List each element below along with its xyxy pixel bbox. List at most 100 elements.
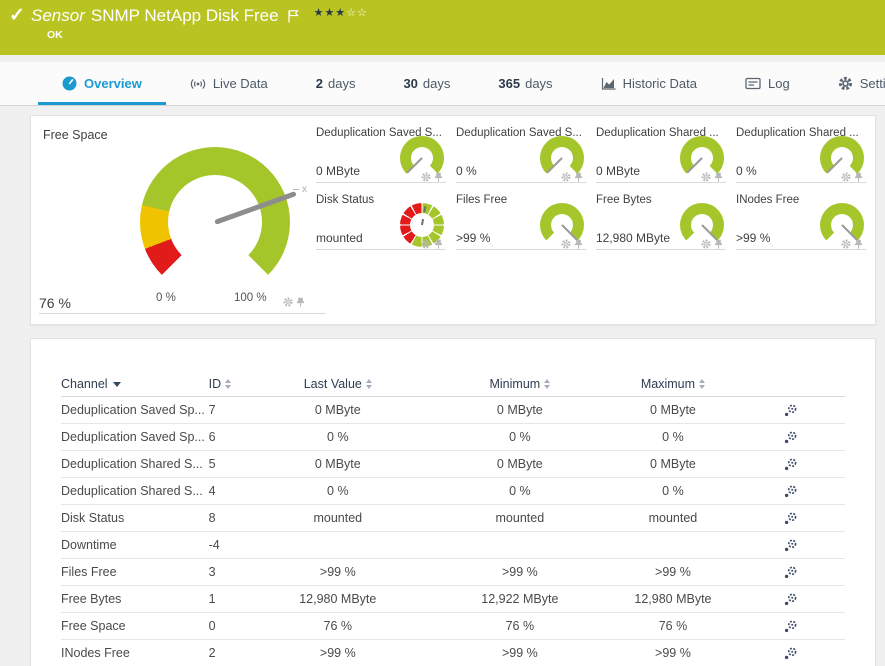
channel-minimum: 0 %	[509, 430, 531, 444]
tab-log[interactable]: Log	[721, 62, 814, 105]
channel-last-value: 76 %	[324, 619, 353, 633]
tab-settings[interactable]: Settings	[814, 62, 885, 105]
free-space-needle	[214, 191, 297, 225]
channel-maximum: mounted	[649, 511, 698, 525]
channel-id: 0	[209, 619, 216, 633]
table-row: Files Free 3 >99 % >99 % >99 %	[61, 559, 845, 586]
tab-30-days[interactable]: 30 days	[379, 62, 474, 105]
sort-both-icon	[366, 379, 372, 389]
gauge-pin-icon[interactable]	[574, 172, 583, 182]
channel-maximum: >99 %	[655, 646, 691, 660]
gauge-cell: Deduplication Shared ... 0 MByte	[596, 124, 736, 191]
channel-edit-gear-icon[interactable]	[783, 565, 798, 580]
channel-id: 4	[209, 484, 216, 498]
gauge-settings-gear-icon[interactable]	[421, 239, 431, 249]
gauge-settings-gear-icon[interactable]	[283, 297, 293, 307]
tab-number: 2	[316, 76, 323, 91]
channel-name: Free Bytes	[61, 592, 121, 606]
tab-historic-data[interactable]: Historic Data	[577, 62, 721, 105]
gauge-pin-icon[interactable]	[296, 297, 305, 307]
channel-minimum: 0 MByte	[497, 403, 543, 417]
flag-icon[interactable]	[287, 9, 300, 24]
tab-number: 30	[403, 76, 417, 91]
gauge-settings-gear-icon[interactable]	[841, 239, 851, 249]
gauge-title: INodes Free	[736, 191, 873, 206]
channel-maximum: 0 MByte	[650, 403, 696, 417]
table-row: Downtime -4	[61, 532, 845, 559]
gauge-title: Deduplication Saved S...	[316, 124, 453, 139]
channel-last-value: >99 %	[320, 646, 356, 660]
column-header-maximum[interactable]: Maximum	[610, 377, 737, 391]
channel-name: Deduplication Saved Sp...	[61, 430, 205, 444]
gear-icon	[838, 76, 853, 91]
channel-edit-gear-icon[interactable]	[783, 646, 798, 661]
gauge-settings-gear-icon[interactable]	[561, 172, 571, 182]
channel-edit-gear-icon[interactable]	[783, 592, 798, 607]
channel-maximum: 0 %	[662, 484, 684, 498]
priority-stars[interactable]: ★★★☆☆	[314, 6, 368, 19]
column-header-last-value[interactable]: Last Value	[246, 377, 431, 391]
channel-name: Files Free	[61, 565, 117, 579]
tab-live-data[interactable]: Live Data	[166, 62, 292, 105]
gauge-pin-icon[interactable]	[854, 172, 863, 182]
channel-last-value: >99 %	[320, 565, 356, 579]
channel-id: 3	[209, 565, 216, 579]
live-data-icon	[190, 77, 206, 91]
column-header-id[interactable]: ID	[209, 377, 246, 391]
gauge-value: >99 %	[456, 231, 490, 245]
chart-icon	[601, 77, 616, 91]
channel-edit-gear-icon[interactable]	[783, 484, 798, 499]
gauge-pin-icon[interactable]	[434, 172, 443, 182]
main-gauge-value: 76 %	[39, 295, 71, 311]
tab-label: Live Data	[213, 76, 268, 91]
channel-name: Deduplication Shared S...	[61, 484, 203, 498]
channel-maximum: 76 %	[659, 619, 688, 633]
tab-label: Historic Data	[623, 76, 697, 91]
gauge-settings-gear-icon[interactable]	[701, 239, 711, 249]
gauge-settings-gear-icon[interactable]	[701, 172, 711, 182]
tab-overview[interactable]: Overview	[38, 62, 166, 105]
column-header-minimum[interactable]: Minimum	[430, 377, 610, 391]
gauge-pin-icon[interactable]	[714, 172, 723, 182]
channel-edit-gear-icon[interactable]	[783, 619, 798, 634]
channel-edit-gear-icon[interactable]	[783, 430, 798, 445]
channel-minimum: 0 MByte	[497, 457, 543, 471]
stars-empty-icon: ☆☆	[346, 7, 368, 19]
gauge-settings-gear-icon[interactable]	[561, 239, 571, 249]
sort-both-icon	[699, 379, 705, 389]
tab-label: Settings	[860, 76, 885, 91]
channel-edit-gear-icon[interactable]	[783, 457, 798, 472]
gauge-cell: Files Free >99 %	[456, 191, 596, 258]
tab-label: Overview	[84, 76, 142, 91]
gauge-settings-gear-icon[interactable]	[841, 172, 851, 182]
channel-name: Deduplication Saved Sp...	[61, 403, 205, 417]
channel-edit-gear-icon[interactable]	[783, 511, 798, 526]
sensor-status-badge: OK	[47, 29, 63, 41]
channel-id: 1	[209, 592, 216, 606]
gauge-value: 0 %	[456, 164, 477, 178]
column-header-channel[interactable]: Channel	[61, 377, 209, 391]
sensor-title: SNMP NetApp Disk Free	[91, 6, 279, 26]
divider	[39, 313, 326, 314]
channel-minimum: >99 %	[502, 565, 538, 579]
tab-365-days[interactable]: 365 days	[474, 62, 576, 105]
gauge-title: Deduplication Saved S...	[456, 124, 593, 139]
tab-bar: Overview Live Data 2 days 30 days 365 da…	[0, 62, 885, 106]
gauge-cell: Disk Status mounted	[316, 191, 456, 258]
gauge-title: Files Free	[456, 191, 593, 206]
channel-id: 5	[209, 457, 216, 471]
channel-edit-gear-icon[interactable]	[783, 538, 798, 553]
channel-last-value: 0 MByte	[315, 457, 361, 471]
channel-id: 6	[209, 430, 216, 444]
gauge-settings-gear-icon[interactable]	[421, 172, 431, 182]
gauge-cell: Deduplication Saved S... 0 %	[456, 124, 596, 191]
gauge-pin-icon[interactable]	[434, 239, 443, 249]
channel-name: Downtime	[61, 538, 117, 552]
channel-edit-gear-icon[interactable]	[783, 403, 798, 418]
tab-2-days[interactable]: 2 days	[292, 62, 380, 105]
channel-minimum: 0 %	[509, 484, 531, 498]
gauge-value: mounted	[316, 231, 363, 245]
divider	[736, 182, 866, 183]
table-row: INodes Free 2 >99 % >99 % >99 %	[61, 640, 845, 666]
channel-minimum: mounted	[496, 511, 545, 525]
